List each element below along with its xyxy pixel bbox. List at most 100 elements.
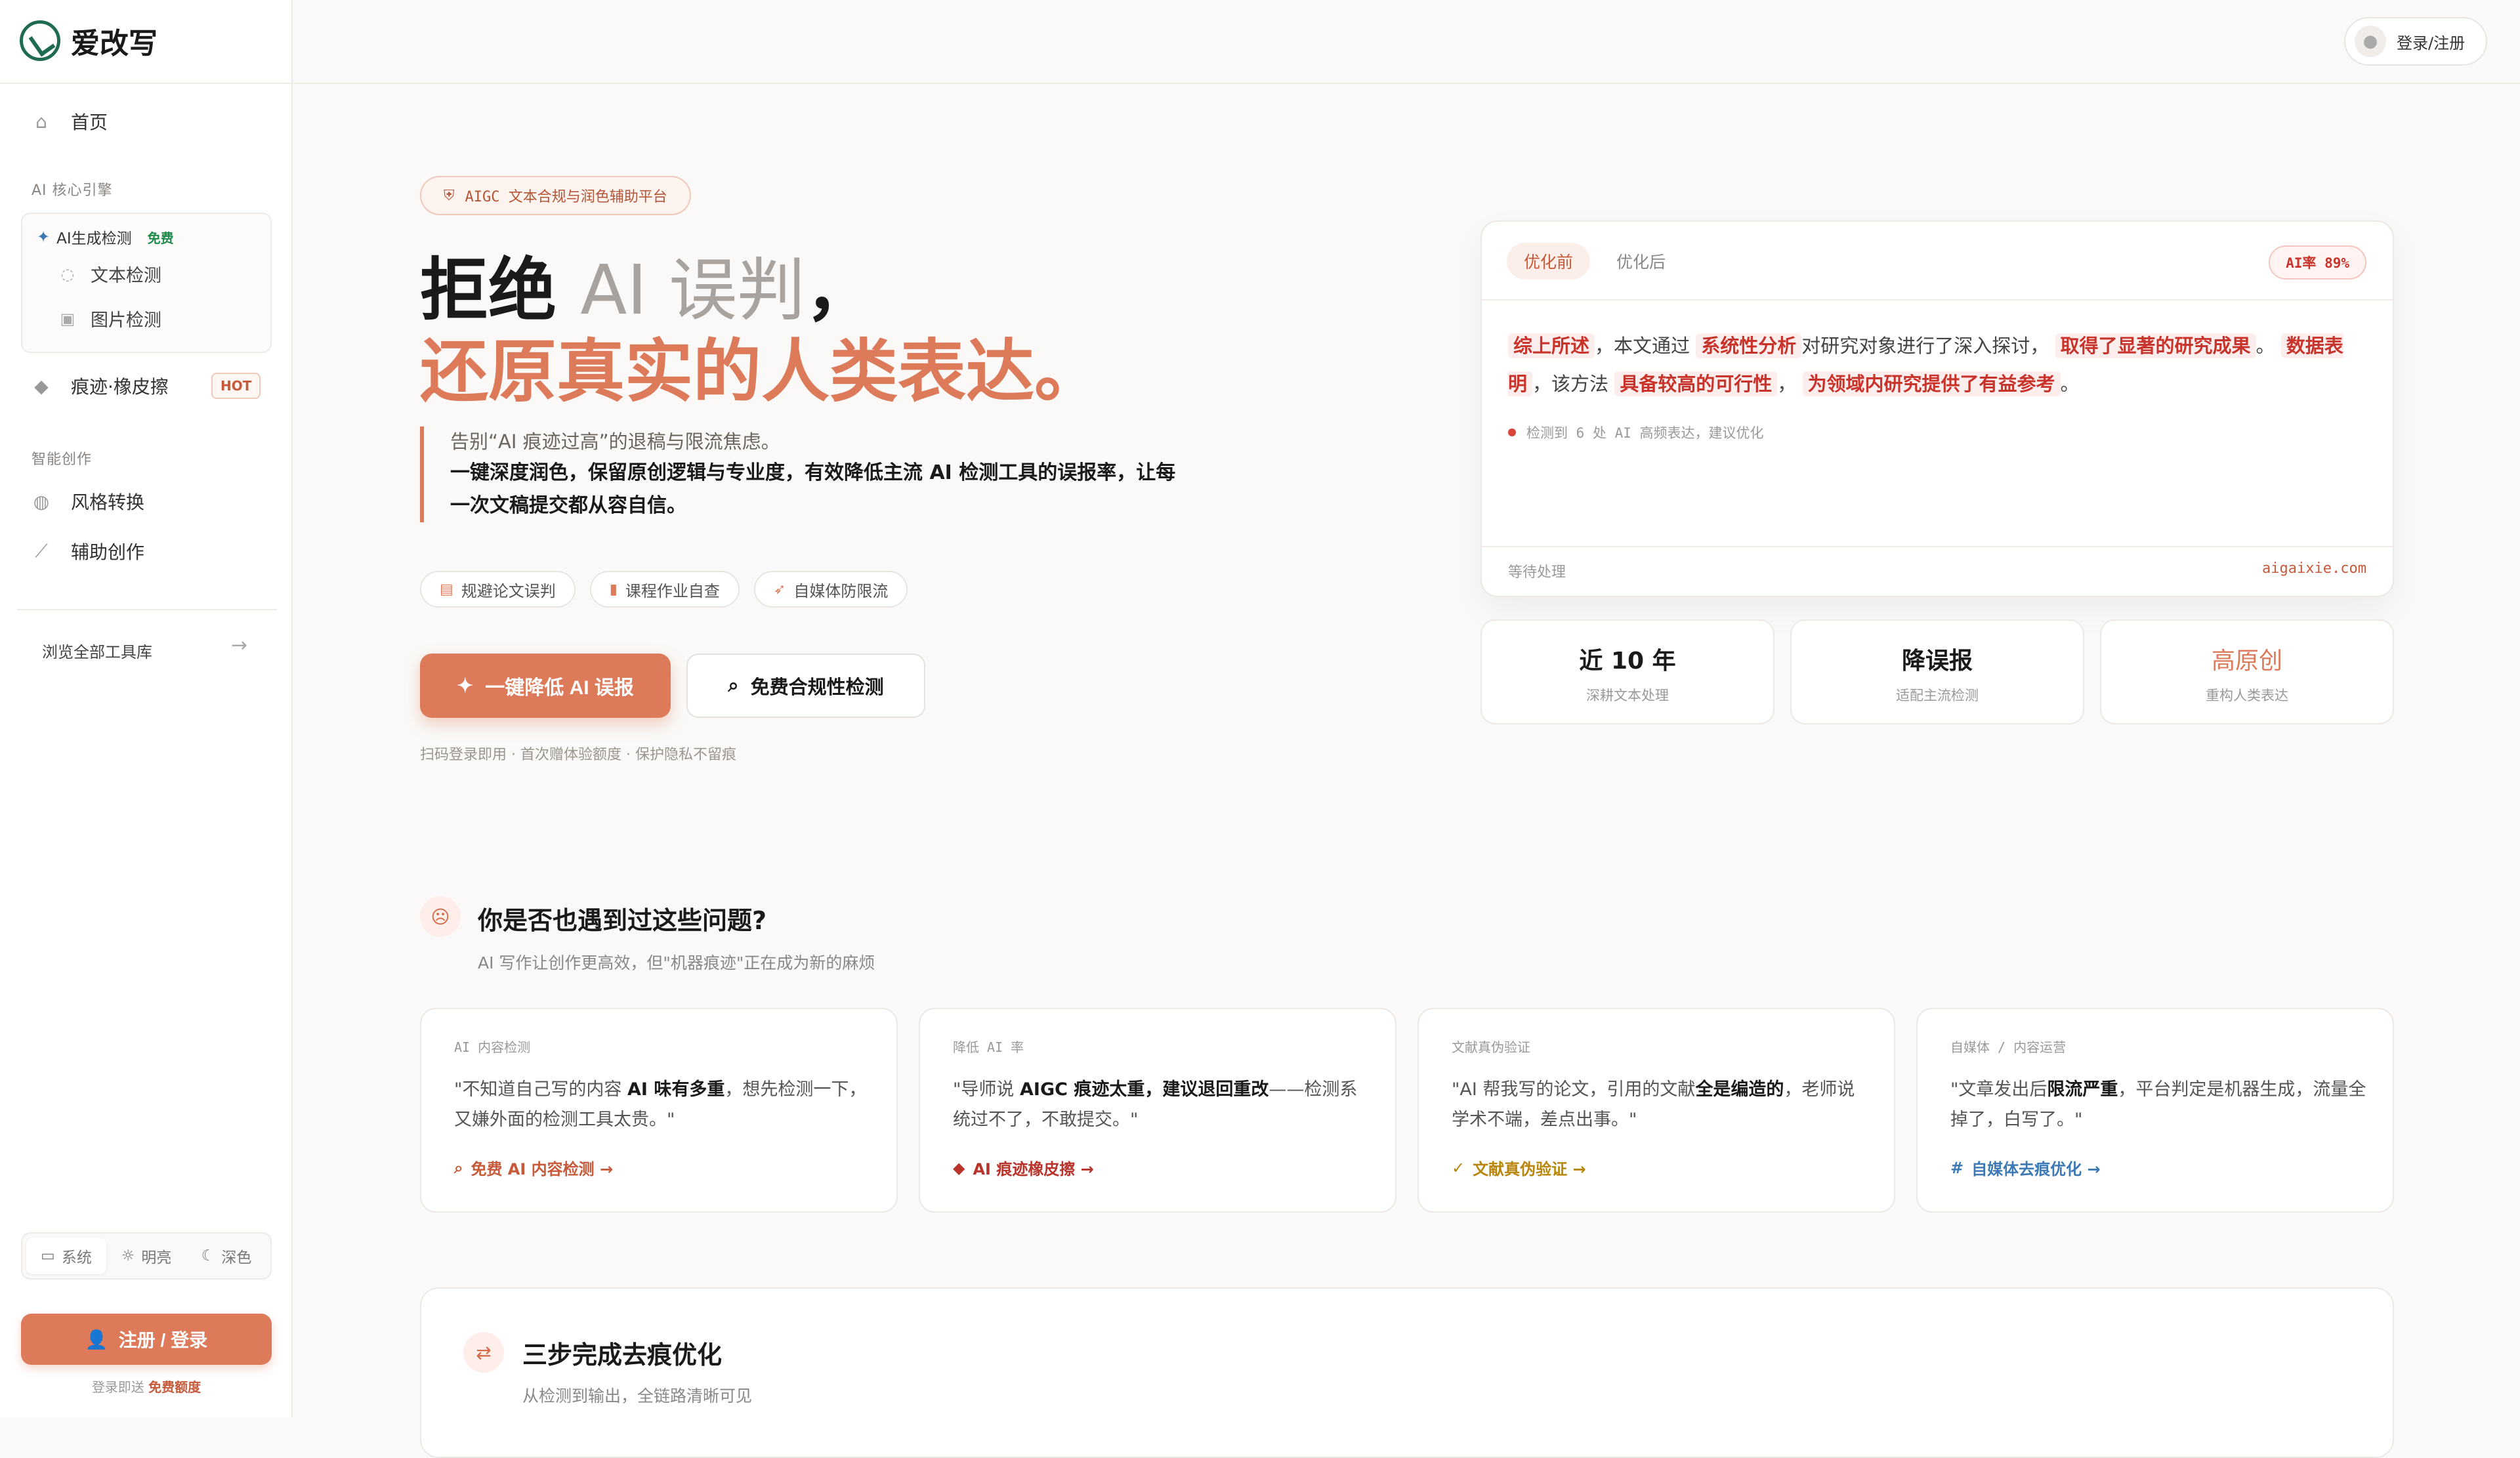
- problem-card-media: 自媒体 / 内容运营 "文章发出后限流严重，平台判定是机器生成，流量全掉了，白写…: [1916, 1008, 2394, 1213]
- link-label: AI 痕迹橡皮擦 →: [973, 1160, 1094, 1178]
- button-label: 免费合规性检测: [750, 677, 884, 698]
- divider: [1482, 299, 2393, 301]
- stat-value: 近 10 年: [1579, 648, 1676, 675]
- swap-icon: ⇄: [463, 1332, 504, 1373]
- tab-after[interactable]: 优化后: [1599, 243, 1683, 280]
- brand-logo-icon: [20, 20, 60, 61]
- quote-emphasis: AI 味有多重: [627, 1079, 725, 1100]
- problem-tag: 自媒体 / 内容运营: [1950, 1039, 2067, 1055]
- free-badge: 免费: [147, 230, 174, 246]
- free-detect-link[interactable]: ⌕ 免费 AI 内容检测 →: [454, 1156, 613, 1179]
- quote-emphasis: AIGC 痕迹太重，建议退回重改: [1020, 1079, 1269, 1100]
- tab-before[interactable]: 优化前: [1507, 243, 1591, 280]
- sparkle-icon: ✦: [37, 228, 51, 246]
- sidebar-item-text-detect[interactable]: ◌ 文本检测: [59, 261, 161, 287]
- divider: [1482, 546, 2393, 547]
- login-note: 登录即送 免费额度: [0, 1377, 293, 1396]
- login-note-text: 登录即送: [91, 1379, 144, 1395]
- palette-icon: ◍: [33, 490, 50, 512]
- compare-tabs: 优化前 优化后: [1507, 243, 1683, 280]
- text-segment: 。: [2256, 335, 2275, 357]
- login-note-highlight: 免费额度: [148, 1379, 201, 1395]
- use-case-chips: ▤ 规避论文误判 ▮ 课程作业自查 ➶ 自媒体防限流: [420, 571, 908, 608]
- register-login-button[interactable]: 👤 注册 / 登录: [21, 1314, 272, 1365]
- citation-verify-link[interactable]: ✓ 文献真伪验证 →: [1452, 1156, 1586, 1179]
- sidebar-item-label: 辅助创作: [71, 541, 145, 563]
- stat-caption: 重构人类表达: [2206, 688, 2288, 703]
- problem-quote: "AI 帮我写的论文，引用的文献全是编造的，老师说学术不端，差点出事。": [1452, 1075, 1869, 1135]
- badge-text: AIGC 文本合规与润色辅助平台: [465, 189, 667, 205]
- wand-icon: ⟋: [35, 540, 48, 562]
- link-label: 文献真伪验证 →: [1473, 1160, 1586, 1178]
- hero-note: 扫码登录即用 · 首次赠体验额度 · 保护隐私不留痕: [420, 747, 736, 763]
- reduce-ai-button[interactable]: ✦ 一键降低 AI 误报: [420, 654, 671, 718]
- quote-text: "文章发出后: [1950, 1079, 2048, 1100]
- problems-subtitle: AI 写作让创作更高效，但"机器痕迹"正在成为新的麻烦: [478, 953, 875, 972]
- hashtag-icon: #: [1950, 1158, 1964, 1177]
- moon-icon: ☾: [201, 1247, 215, 1264]
- image-icon: ▣: [60, 309, 75, 328]
- media-optimize-link[interactable]: # 自媒体去痕优化 →: [1950, 1156, 2101, 1179]
- stat-caption: 深耕文本处理: [1586, 688, 1669, 703]
- theme-switcher: ▭ 系统 ☼ 明亮 ☾ 深色: [21, 1232, 272, 1280]
- theme-system-option[interactable]: ▭ 系统: [26, 1238, 106, 1274]
- sidebar-item-eraser[interactable]: ◆ 痕迹·橡皮擦: [32, 371, 169, 400]
- chip-media[interactable]: ➶ 自媒体防限流: [753, 571, 908, 608]
- magic-wand-icon: ✦: [457, 675, 474, 697]
- quote-text: "不知道自己写的内容: [454, 1079, 628, 1100]
- ai-eraser-link[interactable]: ◆ AI 痕迹橡皮擦 →: [953, 1156, 1094, 1179]
- search-icon: ⌕: [728, 675, 739, 696]
- sidebar-item-style[interactable]: ◍ 风格转换: [32, 487, 144, 516]
- divider: [17, 609, 277, 610]
- sidebar-item-label: AI生成检测: [56, 230, 132, 247]
- divider: [293, 83, 2520, 84]
- status-dot-icon: [1508, 428, 1516, 436]
- check-circle-icon: ◌: [60, 264, 75, 283]
- ai-phrase-highlight: 具备较高的可行性: [1614, 371, 1778, 396]
- chip-homework[interactable]: ▮ 课程作业自查: [589, 571, 740, 608]
- chip-thesis[interactable]: ▤ 规避论文误判: [420, 571, 576, 608]
- arrow-right-icon: →: [231, 634, 248, 657]
- user-add-icon: 👤: [85, 1329, 108, 1350]
- theme-label: 系统: [61, 1249, 92, 1266]
- sidebar-item-assist[interactable]: ⟋ 辅助创作: [32, 537, 144, 566]
- text-segment: 对研究对象进行了深入探讨，: [1801, 335, 2049, 357]
- theme-dark-option[interactable]: ☾ 深色: [186, 1238, 266, 1274]
- sidebar-item-label: 首页: [71, 112, 108, 133]
- sidebar-item-home[interactable]: ⌂ 首页: [32, 107, 108, 136]
- check-double-icon: ✓: [1452, 1158, 1465, 1177]
- hero-title-comma: ，: [805, 250, 874, 330]
- problem-card-citation: 文献真伪验证 "AI 帮我写的论文，引用的文献全是编造的，老师说学术不端，差点出…: [1418, 1008, 1895, 1213]
- problem-tag: AI 内容检测: [454, 1039, 531, 1055]
- button-label: 注册 / 登录: [118, 1330, 208, 1350]
- text-segment: 。: [2060, 373, 2080, 395]
- link-label: 免费 AI 内容检测 →: [471, 1160, 614, 1178]
- sample-text: 综上所述 ，本文通过 系统性分析 对研究对象进行了深入探讨， 取得了显著的研究成果。…: [1508, 327, 2368, 403]
- monitor-icon: ▭: [41, 1247, 55, 1264]
- text-segment: ，该方法: [1532, 373, 1609, 395]
- shield-icon: ⛨: [444, 187, 455, 204]
- theme-light-option[interactable]: ☼ 明亮: [106, 1238, 186, 1274]
- problem-card-reduce: 降低 AI 率 "导师说 AIGC 痕迹太重，建议退回重改——检测系统过不了，不…: [919, 1008, 1396, 1213]
- stat-card-originality: 高原创 重构人类表达: [2100, 619, 2394, 724]
- top-login-button[interactable]: ● 登录/注册: [2344, 17, 2487, 66]
- browse-all-link[interactable]: 浏览全部工具库: [42, 639, 152, 662]
- quote-text: "AI 帮我写的论文，引用的文献: [1452, 1079, 1696, 1100]
- quote-text: "导师说: [953, 1079, 1020, 1100]
- sidebar: 爱改写 ⌂ 首页 AI 核心引擎 ✦ AI生成检测 免费 ◌ 文本检测 ▣ 图片…: [0, 0, 293, 1417]
- document-icon: ▤: [440, 581, 453, 598]
- quote-emphasis: 全是编造的: [1695, 1079, 1784, 1100]
- hero-description: 告别“AI 痕迹过高”的退稿与限流焦虑。 一键深度润色，保留原创逻辑与专业度，有…: [420, 427, 1188, 522]
- eraser-icon: ◆: [953, 1158, 965, 1177]
- sad-face-icon: ☹: [420, 896, 461, 937]
- stat-card-false-positive: 降误报 适配主流检测: [1790, 619, 2084, 724]
- theme-label: 深色: [221, 1249, 252, 1266]
- free-check-button[interactable]: ⌕ 免费合规性检测: [686, 654, 925, 718]
- hero-title: 拒绝 AI 误判， 还原真实的人类表达。: [420, 249, 1102, 412]
- ai-phrase-highlight: 取得了显著的研究成果: [2055, 333, 2256, 358]
- sidebar-item-ai-detect[interactable]: ✦ AI生成检测 免费: [37, 226, 174, 248]
- sidebar-item-image-detect[interactable]: ▣ 图片检测: [59, 306, 161, 331]
- brand[interactable]: 爱改写: [20, 20, 158, 62]
- chip-label: 规避论文误判: [461, 581, 556, 600]
- avatar-icon: ●: [2355, 26, 2386, 57]
